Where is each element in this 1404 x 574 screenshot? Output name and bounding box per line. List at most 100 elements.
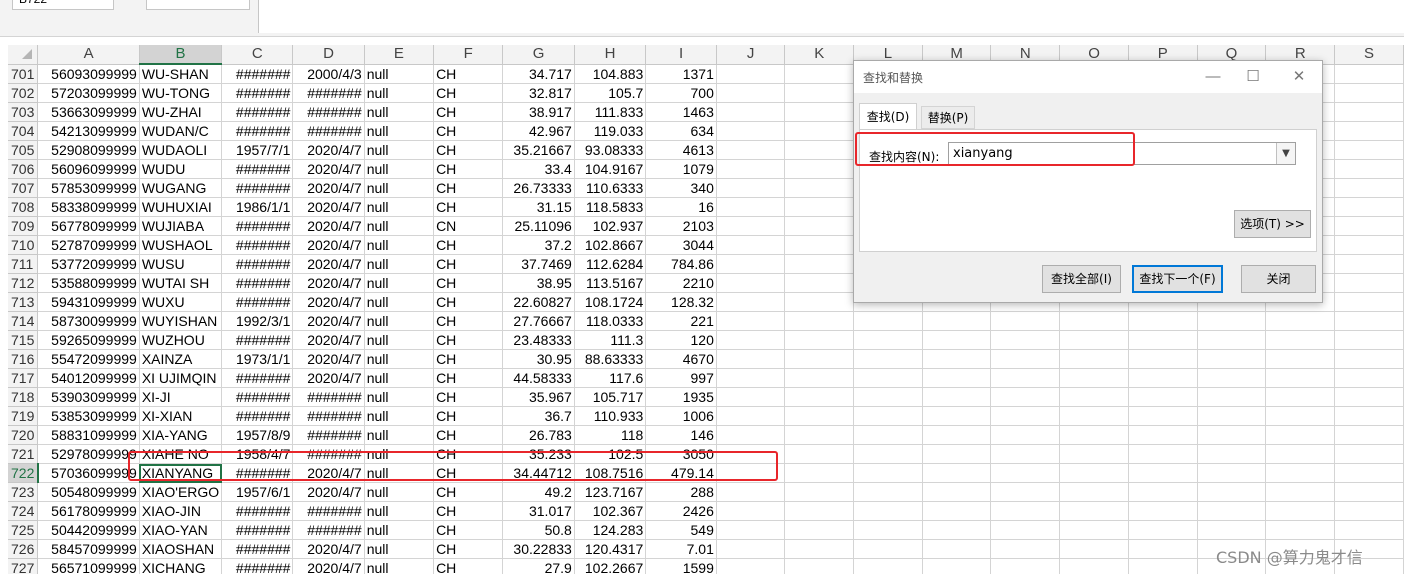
cell-b[interactable]: XI-JI [139,387,223,407]
column-header-s[interactable]: S [1334,45,1404,65]
cell-empty[interactable] [1128,368,1198,388]
column-header-j[interactable]: J [716,45,786,65]
cell-empty[interactable] [784,425,855,445]
cell-empty[interactable] [922,406,992,426]
cell-empty[interactable] [716,368,786,388]
cell-empty[interactable] [853,463,923,483]
cell-e[interactable]: null [364,159,435,179]
cell-b[interactable]: WUDAOLI [139,140,223,160]
cell-h[interactable]: 110.933 [574,406,647,426]
cell-e[interactable]: null [364,254,435,274]
cell-empty[interactable] [716,311,786,331]
cell-empty[interactable] [1059,520,1129,540]
cell-empty[interactable] [1059,425,1129,445]
cell-empty[interactable] [1334,368,1404,388]
cell-empty[interactable] [716,140,786,160]
tab-find[interactable]: 查找(D) [859,103,917,130]
cell-e[interactable]: null [364,83,435,103]
cell-c[interactable]: ####### [221,254,294,274]
cell-empty[interactable] [1334,121,1404,141]
cell-empty[interactable] [1334,425,1404,445]
cell-c[interactable]: ####### [221,178,294,198]
cell-h[interactable]: 102.2667 [574,558,647,574]
cell-empty[interactable] [922,349,992,369]
cell-e[interactable]: null [364,501,435,521]
row-header[interactable]: 712 [8,273,39,293]
cell-c[interactable]: ####### [221,235,294,255]
cell-c[interactable]: 1973/1/1 [221,349,294,369]
cell-a[interactable]: 53663099999 [37,102,140,122]
cell-h[interactable]: 120.4317 [574,539,647,559]
cell-empty[interactable] [784,216,855,236]
cell-c[interactable]: ####### [221,539,294,559]
cell-empty[interactable] [1197,406,1267,426]
row-header[interactable]: 719 [8,406,39,426]
cell-h[interactable]: 88.63333 [574,349,647,369]
cell-a[interactable]: 52787099999 [37,235,140,255]
cell-empty[interactable] [1128,558,1198,574]
cell-a[interactable]: 58338099999 [37,197,140,217]
cell-empty[interactable] [1334,178,1404,198]
cell-empty[interactable] [922,501,992,521]
cell-empty[interactable] [784,159,855,179]
cell-empty[interactable] [922,520,992,540]
cell-f[interactable]: CH [433,406,504,426]
cell-g[interactable]: 23.48333 [502,330,575,350]
cell-c[interactable]: ####### [221,520,294,540]
cell-empty[interactable] [990,387,1061,407]
cell-a[interactable]: 58831099999 [37,425,140,445]
cell-empty[interactable] [716,197,786,217]
cell-i[interactable]: 288 [645,482,717,502]
cell-empty[interactable] [1265,482,1336,502]
row-header[interactable]: 720 [8,425,39,445]
cell-empty[interactable] [990,520,1061,540]
column-header-a[interactable]: A [37,45,140,65]
cell-empty[interactable] [1059,444,1129,464]
cell-empty[interactable] [990,406,1061,426]
cell-d[interactable]: 2020/4/7 [292,349,365,369]
cell-e[interactable]: null [364,197,435,217]
cell-c[interactable]: 1986/1/1 [221,197,294,217]
cell-b[interactable]: WUXU [139,292,223,312]
cell-c[interactable]: ####### [221,102,294,122]
cell-c[interactable]: 1957/8/9 [221,425,294,445]
cell-c[interactable]: ####### [221,406,294,426]
row-header[interactable]: 717 [8,368,39,388]
cell-d[interactable]: ####### [292,83,365,103]
row-header[interactable]: 704 [8,121,39,141]
cell-empty[interactable] [784,368,855,388]
cell-a[interactable]: 56178099999 [37,501,140,521]
cell-empty[interactable] [1334,64,1404,84]
row-header[interactable]: 716 [8,349,39,369]
cell-h[interactable]: 124.283 [574,520,647,540]
close-icon[interactable]: ✕ [1286,65,1312,89]
column-header-b[interactable]: B [139,45,223,65]
cell-b[interactable]: WUDU [139,159,223,179]
cell-empty[interactable] [784,178,855,198]
cell-f[interactable]: CH [433,254,504,274]
cell-d[interactable]: 2020/4/7 [292,558,365,574]
cell-empty[interactable] [1059,349,1129,369]
cell-empty[interactable] [784,463,855,483]
column-header-f[interactable]: F [433,45,504,65]
cell-f[interactable]: CH [433,501,504,521]
cell-g[interactable]: 26.783 [502,425,575,445]
cell-i[interactable]: 16 [645,197,717,217]
cell-e[interactable]: null [364,558,435,574]
cell-b[interactable]: WUTAI SH [139,273,223,293]
cell-c[interactable]: ####### [221,64,294,84]
cell-g[interactable]: 35.21667 [502,140,575,160]
cell-empty[interactable] [922,558,992,574]
cell-i[interactable]: 784.86 [645,254,717,274]
cell-empty[interactable] [1059,406,1129,426]
cell-c[interactable]: ####### [221,368,294,388]
cell-empty[interactable] [716,102,786,122]
cell-empty[interactable] [784,235,855,255]
cell-g[interactable]: 27.76667 [502,311,575,331]
cell-empty[interactable] [716,349,786,369]
cell-empty[interactable] [716,159,786,179]
cell-empty[interactable] [1059,330,1129,350]
cell-h[interactable]: 119.033 [574,121,647,141]
cell-g[interactable]: 25.11096 [502,216,575,236]
cell-g[interactable]: 38.95 [502,273,575,293]
